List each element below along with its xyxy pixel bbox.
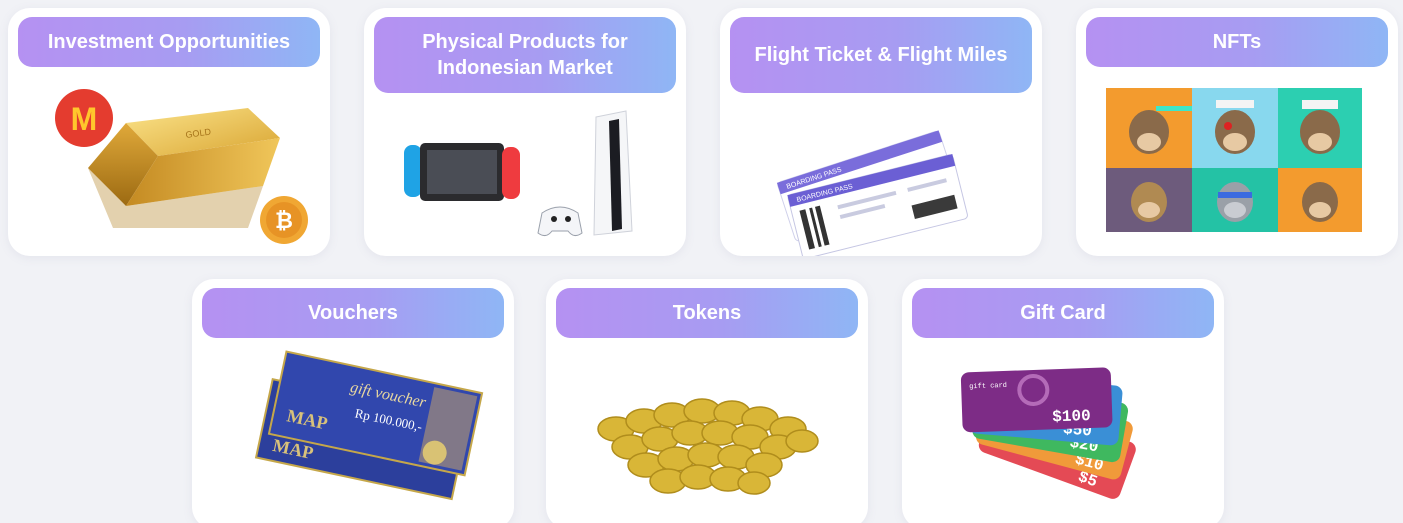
category-label-investment: Investment Opportunities xyxy=(18,17,320,67)
category-label-tokens: Tokens xyxy=(556,288,858,338)
mcd-text: M xyxy=(71,101,98,137)
category-label-vouchers: Vouchers xyxy=(202,288,504,338)
category-label-physical: Physical Products for Indonesian Market xyxy=(374,17,676,93)
game-console-icon xyxy=(364,103,686,256)
category-card-vouchers[interactable]: Vouchers MAP gift voucher Rp 100.000,- M… xyxy=(192,279,514,523)
gift-cards-icon: $5 $10 $20 $50 gift card $100 xyxy=(902,349,1224,523)
category-card-giftcard[interactable]: Gift Card $5 $10 $20 $50 gift card $100 xyxy=(902,279,1224,523)
giftcard-small-text: gift card xyxy=(969,382,1007,391)
gold-bar-icon: GOLD M ₿ xyxy=(8,78,330,256)
category-card-flight[interactable]: Flight Ticket & Flight Miles BOARDING PA… xyxy=(720,8,1042,256)
category-card-physical[interactable]: Physical Products for Indonesian Market xyxy=(364,8,686,256)
category-card-nfts[interactable]: NFTs xyxy=(1076,8,1398,256)
gold-coins-icon xyxy=(546,349,868,523)
category-label-nfts: NFTs xyxy=(1086,17,1388,67)
category-label-giftcard: Gift Card xyxy=(912,288,1214,338)
category-card-investment[interactable]: Investment Opportunities GOLD M ₿ xyxy=(8,8,330,256)
category-label-flight: Flight Ticket & Flight Miles xyxy=(730,17,1032,93)
nft-collage-icon xyxy=(1106,88,1362,232)
gift-voucher-icon: MAP gift voucher Rp 100.000,- MAP xyxy=(192,349,514,523)
category-card-tokens[interactable]: Tokens xyxy=(546,279,868,523)
flight-ticket-icon: BOARDING PASS BOARDING PASS xyxy=(720,103,1042,256)
giftcard-value-100: $100 xyxy=(1052,407,1091,426)
bitcoin-text: ₿ xyxy=(275,209,293,234)
